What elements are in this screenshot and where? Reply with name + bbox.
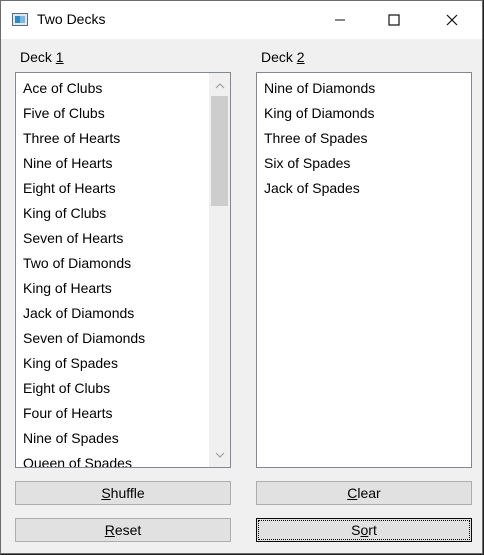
list-item[interactable]: Eight of Clubs bbox=[23, 380, 110, 396]
list-item[interactable]: Jack of Diamonds bbox=[23, 305, 134, 321]
main-window: Two Decks Deck 1 Ace of Clubs Five of Clu… bbox=[0, 0, 483, 554]
deck2-label: Deck 2 bbox=[261, 49, 305, 65]
list-item[interactable]: King of Hearts bbox=[23, 280, 112, 296]
clear-label: lear bbox=[357, 485, 381, 501]
window-title: Two Decks bbox=[37, 11, 106, 27]
list-item[interactable]: Five of Clubs bbox=[23, 105, 105, 121]
scroll-down-button[interactable] bbox=[209, 446, 230, 463]
scroll-up-button[interactable] bbox=[209, 77, 230, 94]
list-item[interactable]: Nine of Diamonds bbox=[264, 80, 375, 96]
deck1-label-text: Deck bbox=[20, 49, 56, 65]
list-item[interactable]: King of Clubs bbox=[23, 205, 106, 221]
deck1-listbox[interactable]: Ace of Clubs Five of Clubs Three of Hearts… bbox=[15, 72, 231, 468]
maximize-button[interactable] bbox=[371, 1, 417, 39]
deck1-scrollbar[interactable] bbox=[209, 73, 230, 467]
shuffle-button[interactable]: Shuffle bbox=[15, 481, 231, 505]
title-bar[interactable]: Two Decks bbox=[1, 1, 482, 39]
shuffle-label: huffle bbox=[110, 485, 145, 501]
deck1-label: Deck 1 bbox=[20, 49, 64, 65]
list-item[interactable]: Ace of Clubs bbox=[23, 80, 102, 96]
minimize-icon bbox=[335, 19, 345, 21]
deck2-label-text: Deck bbox=[261, 49, 297, 65]
list-item[interactable]: Eight of Hearts bbox=[23, 180, 116, 196]
sort-label-start: S bbox=[351, 522, 361, 538]
list-item[interactable]: Two of Diamonds bbox=[23, 255, 131, 271]
reset-button[interactable]: Reset bbox=[15, 518, 231, 542]
chevron-down-icon bbox=[215, 452, 224, 458]
deck2-label-accel: 2 bbox=[296, 49, 305, 65]
list-item[interactable]: Three of Spades bbox=[264, 130, 368, 146]
list-item[interactable]: Jack of Spades bbox=[264, 180, 360, 196]
shuffle-accel: S bbox=[101, 485, 111, 501]
list-item[interactable]: Queen of Spades bbox=[23, 455, 132, 467]
list-item[interactable]: Four of Hearts bbox=[23, 405, 112, 421]
sort-accel: o bbox=[360, 522, 369, 538]
minimize-button[interactable] bbox=[317, 1, 363, 39]
close-button[interactable] bbox=[429, 1, 475, 39]
scroll-thumb[interactable] bbox=[211, 96, 228, 206]
list-item[interactable]: Seven of Diamonds bbox=[23, 330, 145, 346]
list-item[interactable]: Six of Spades bbox=[264, 155, 350, 171]
list-item[interactable]: King of Spades bbox=[23, 355, 118, 371]
list-item[interactable]: Nine of Spades bbox=[23, 430, 119, 446]
close-icon bbox=[446, 14, 458, 26]
reset-label: eset bbox=[114, 522, 142, 538]
deck1-label-accel: 1 bbox=[55, 49, 64, 65]
app-window-icon bbox=[12, 13, 28, 26]
sort-button[interactable]: So rt bbox=[256, 518, 472, 542]
list-item[interactable]: Three of Hearts bbox=[23, 130, 120, 146]
deck2-listbox[interactable]: Nine of Diamonds King of Diamonds Three of… bbox=[256, 72, 472, 468]
sort-label-end: rt bbox=[368, 522, 377, 538]
clear-accel: C bbox=[347, 485, 358, 501]
reset-accel: R bbox=[104, 522, 115, 538]
clear-button[interactable]: Clear bbox=[256, 481, 472, 505]
list-item[interactable]: King of Diamonds bbox=[264, 105, 375, 121]
list-item[interactable]: Seven of Hearts bbox=[23, 230, 123, 246]
chevron-up-icon bbox=[215, 82, 224, 88]
list-item[interactable]: Nine of Hearts bbox=[23, 155, 112, 171]
maximize-icon bbox=[388, 14, 400, 26]
